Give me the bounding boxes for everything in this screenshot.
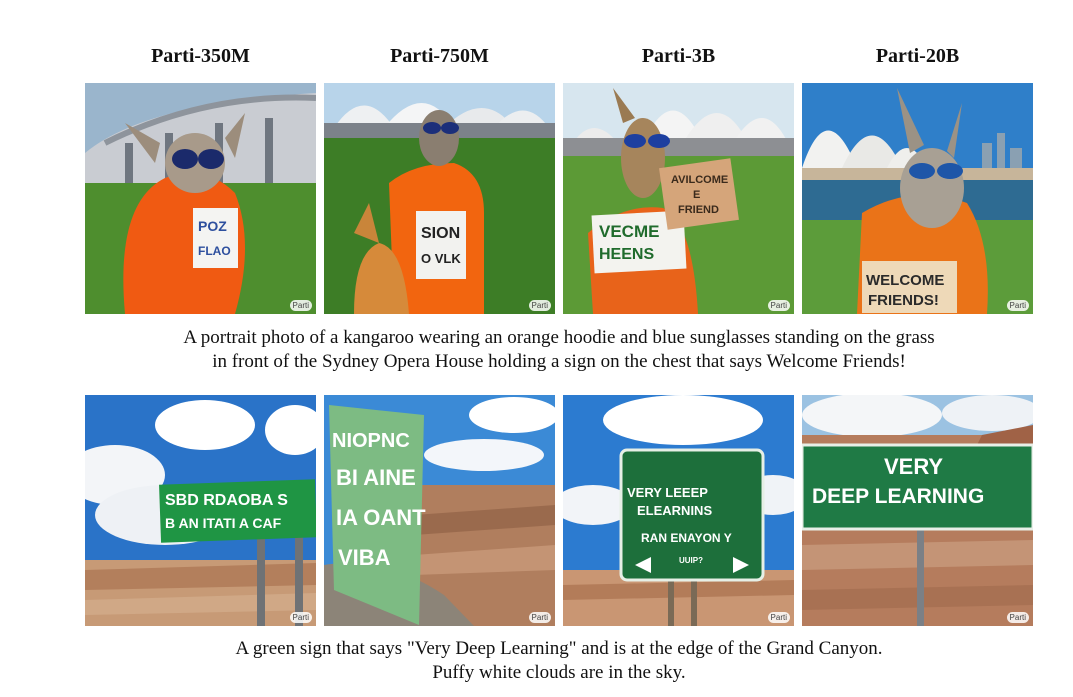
parti-watermark: Parti (528, 300, 551, 311)
sign-text-row2-20b-a: VERY (884, 454, 943, 479)
sign-text-350m-b: FLAO (198, 244, 231, 258)
sign-text-row2-350m-b: B AN ITATI A CAF (165, 515, 282, 531)
caption-line: Puffy white clouds are in the sky. (432, 662, 686, 683)
sign-text-750m-b: O VLK (421, 251, 461, 266)
sign-text-row2-750m-a: NIOPNC (332, 430, 410, 452)
parti-watermark: Parti (1006, 612, 1029, 623)
sign-text-row2-750m-c: IA OANT (336, 505, 426, 530)
sign-text-row2-3b-d: UUIP? (679, 556, 703, 565)
sign-text-row2-3b-a: VERY LEEEP (627, 485, 708, 500)
sign-text-750m-a: SION (421, 225, 460, 242)
image-sign-750m: NIOPNC BI AINE IA OANT VIBA Parti (324, 395, 555, 626)
column-header-350m: Parti-350M (151, 45, 250, 67)
sign-text-350m-a: POZ (198, 218, 227, 234)
sign-text-row2-3b-c: RAN ENAYON Y (641, 531, 732, 545)
image-kangaroo-750m: SION O VLK Parti (324, 83, 555, 314)
caption-line: in front of the Sydney Opera House holdi… (212, 351, 906, 372)
sign-text-3b-d: E (693, 189, 700, 201)
sign-text-3b-e: FRIEND (678, 204, 719, 216)
parti-watermark: Parti (289, 300, 312, 311)
caption-canyon-sign: A green sign that says "Very Deep Learni… (60, 637, 1058, 685)
parti-watermark: Parti (528, 612, 551, 623)
parti-watermark: Parti (767, 612, 790, 623)
image-sign-3b: VERY LEEEP ELEARNINS RAN ENAYON Y UUIP? … (563, 395, 794, 626)
parti-watermark: Parti (767, 300, 790, 311)
image-row-canyon-sign: SBD RDAOBA S B AN ITATI A CAF Parti NIOP… (85, 395, 1033, 626)
image-kangaroo-350m: POZ FLAO Parti (85, 83, 316, 314)
image-kangaroo-20b: WELCOME FRIENDS! Parti (802, 83, 1033, 314)
sign-text-row2-3b-b: ELEARNINS (637, 503, 712, 518)
sign-text-3b-c: AVILCOME (671, 174, 728, 186)
sign-text-row2-20b-b: DEEP LEARNING (812, 485, 984, 508)
column-header-20b: Parti-20B (875, 45, 960, 67)
parti-watermark: Parti (289, 612, 312, 623)
column-headers: Parti-350M Parti-750M Parti-3B Parti-20B (85, 42, 1033, 72)
parti-watermark: Parti (1006, 300, 1029, 311)
caption-line: A green sign that says "Very Deep Learni… (235, 638, 883, 659)
image-sign-20b: VERY DEEP LEARNING Parti (802, 395, 1033, 626)
caption-kangaroo: A portrait photo of a kangaroo wearing a… (60, 326, 1058, 374)
caption-line: A portrait photo of a kangaroo wearing a… (183, 327, 935, 348)
sign-text-row2-350m-a: SBD RDAOBA S (165, 492, 288, 509)
image-sign-350m: SBD RDAOBA S B AN ITATI A CAF Parti (85, 395, 316, 626)
image-kangaroo-3b: VECME HEENS AVILCOME E FRIEND Parti (563, 83, 794, 314)
sign-text-row2-750m-b: BI AINE (336, 465, 416, 490)
sign-text-3b-a: VECME (599, 222, 659, 241)
column-header-3b: Parti-3B (641, 45, 716, 67)
sign-text-3b-b: HEENS (599, 246, 654, 263)
image-row-kangaroo: POZ FLAO Parti SION O VLK Parti VECME HE… (85, 83, 1033, 314)
sign-text-20b-b: FRIENDS! (868, 292, 939, 309)
sign-text-20b-a: WELCOME (866, 272, 944, 289)
sign-text-row2-750m-d: VIBA (338, 545, 391, 570)
column-header-750m: Parti-750M (390, 45, 489, 67)
